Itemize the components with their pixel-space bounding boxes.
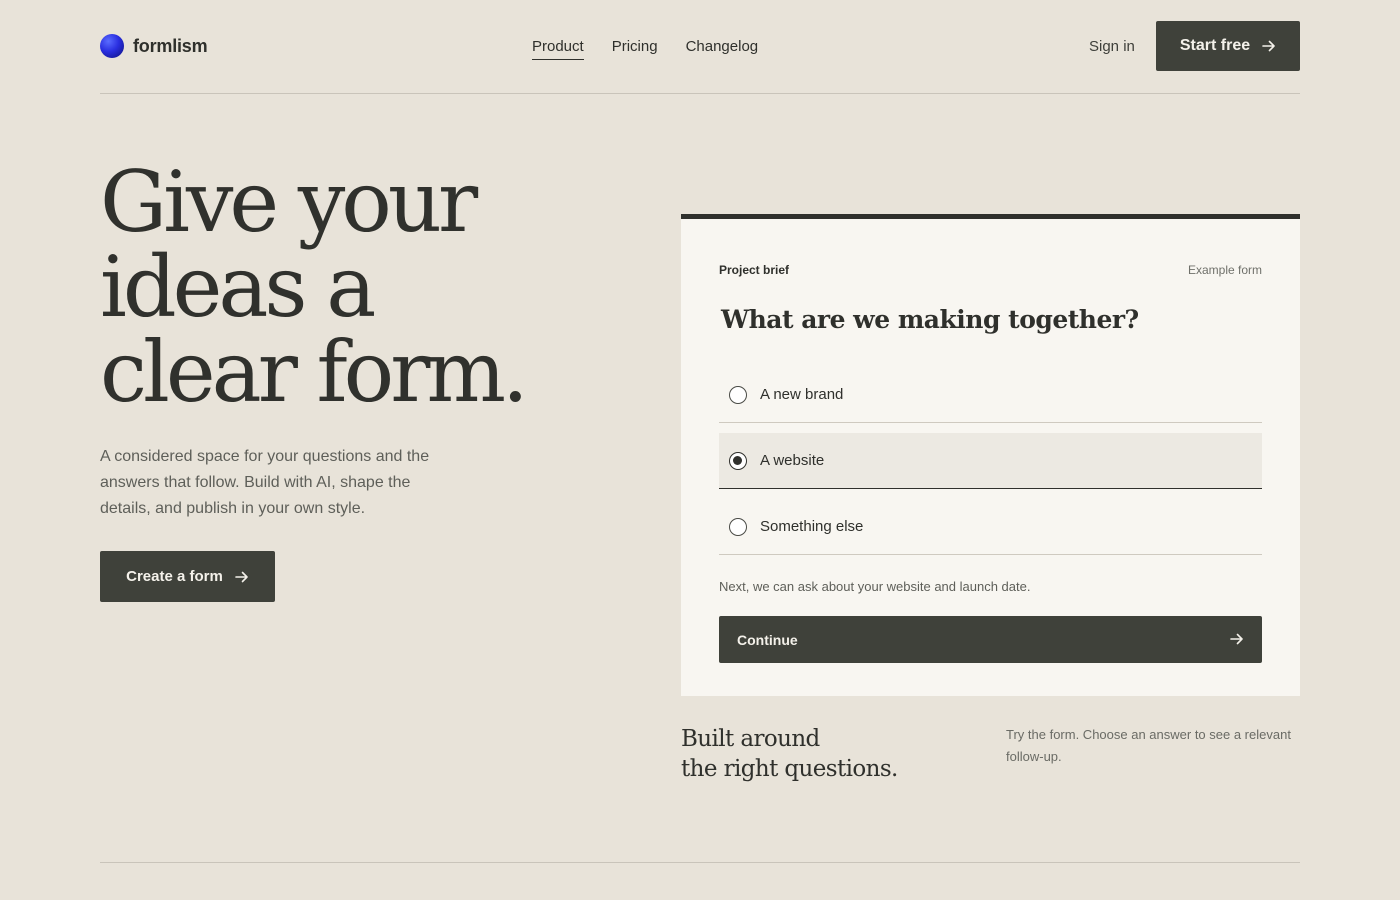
- sign-in-link[interactable]: Sign in: [1089, 38, 1135, 55]
- arrow-right-icon: [235, 571, 249, 583]
- built-heading: Built around the right questions.: [681, 724, 981, 784]
- option-new-brand[interactable]: A new brand: [719, 367, 1262, 423]
- continue-button[interactable]: Continue: [719, 616, 1262, 663]
- create-form-label: Create a form: [126, 568, 223, 585]
- follow-up-hint: Next, we can ask about your website and …: [719, 579, 1031, 594]
- logo-dot-icon: [100, 34, 124, 58]
- hero-title-line-2: ideas a: [100, 238, 376, 336]
- top-navigation: formlism Product Pricing Changelog Sign …: [100, 0, 1300, 94]
- start-free-label: Start free: [1179, 37, 1251, 54]
- option-label: A new brand: [760, 386, 844, 403]
- hero-title-line-3: clear form.: [100, 323, 529, 421]
- radio-icon[interactable]: [729, 517, 747, 536]
- hero-subtitle: A considered space for your questions an…: [100, 448, 430, 517]
- radio-icon[interactable]: [729, 451, 747, 470]
- create-form-button[interactable]: Create a form: [100, 551, 275, 602]
- start-free-button[interactable]: Start free: [1156, 21, 1300, 71]
- brand[interactable]: formlism: [100, 34, 208, 58]
- continue-label: Continue: [737, 631, 798, 648]
- hero-title-line-1: Give your: [100, 153, 478, 251]
- nav-item-product[interactable]: Product: [532, 38, 584, 60]
- radio-icon[interactable]: [729, 385, 747, 404]
- try-form-note: Try the form. Choose an answer to see a …: [1006, 727, 1291, 764]
- nav-item-changelog[interactable]: Changelog: [686, 38, 759, 60]
- option-website[interactable]: A website: [719, 433, 1262, 489]
- main-nav: Product Pricing Changelog: [532, 38, 786, 60]
- divider: [100, 862, 1300, 863]
- built-heading-line-1: Built around: [681, 726, 820, 752]
- arrow-right-icon: [1230, 632, 1244, 648]
- form-tag: Example form: [1187, 263, 1262, 277]
- arrow-right-icon: [1262, 40, 1276, 52]
- nav-item-pricing[interactable]: Pricing: [612, 38, 658, 60]
- example-form-card: Project brief Example form What are we m…: [681, 214, 1300, 696]
- brand-name: formlism: [133, 35, 208, 56]
- hero-title: Give your ideas a clear form.: [100, 160, 620, 415]
- built-heading-line-2: the right questions.: [681, 756, 898, 782]
- option-something-else[interactable]: Something else: [719, 499, 1262, 555]
- form-question: What are we making together?: [721, 305, 1139, 334]
- option-label: Something else: [760, 518, 864, 535]
- option-label: A website: [760, 452, 825, 469]
- form-label: Project brief: [719, 263, 790, 277]
